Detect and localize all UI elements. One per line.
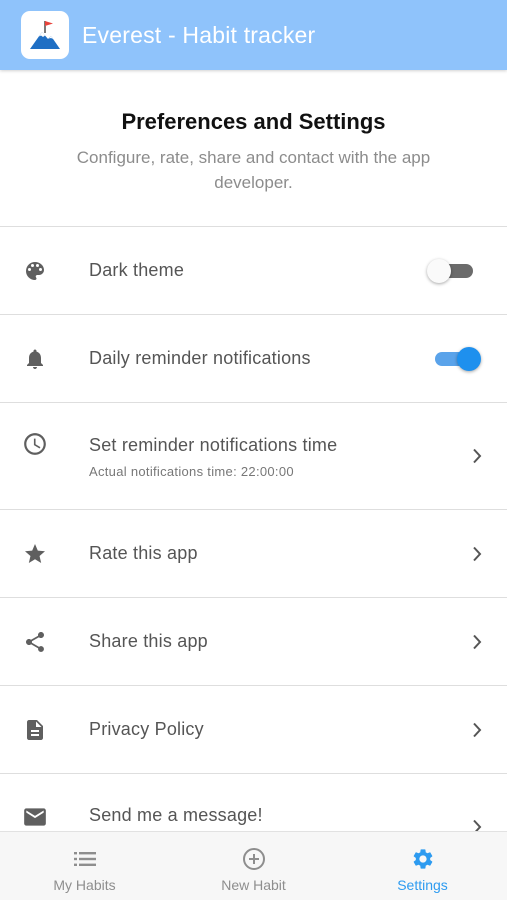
chevron-right-icon	[471, 633, 483, 651]
mountain-flag-logo-icon	[21, 11, 69, 59]
setting-label: Rate this app	[89, 543, 198, 563]
setting-label: Dark theme	[89, 260, 185, 280]
clock-icon	[22, 431, 48, 457]
tab-settings[interactable]: Settings	[338, 832, 507, 900]
app-header: Everest - Habit tracker	[0, 0, 507, 70]
app-title: Everest - Habit tracker	[82, 21, 316, 48]
tab-label: My Habits	[53, 877, 116, 893]
setting-label: Set reminder notifications time	[89, 435, 338, 455]
settings-list: Dark theme Daily reminder notifications …	[0, 226, 507, 861]
bell-icon	[22, 346, 48, 372]
setting-label: Send me a message!	[89, 805, 263, 825]
setting-share-app[interactable]: Share this app	[0, 597, 507, 685]
tab-label: Settings	[397, 877, 448, 893]
daily-reminder-toggle[interactable]	[435, 346, 481, 371]
setting-label: Share this app	[89, 631, 208, 651]
share-icon	[22, 629, 48, 655]
notification-time-value: Actual notifications time: 22:00:00	[89, 464, 294, 479]
toggle-knob	[457, 346, 481, 371]
bottom-tab-bar: My Habits New Habit Settings	[0, 831, 507, 900]
setting-rate-app[interactable]: Rate this app	[0, 509, 507, 597]
setting-label: Privacy Policy	[89, 719, 204, 739]
tab-label: New Habit	[221, 877, 286, 893]
setting-daily-reminder[interactable]: Daily reminder notifications	[0, 314, 507, 402]
tab-my-habits[interactable]: My Habits	[0, 832, 169, 900]
tab-new-habit[interactable]: New Habit	[169, 832, 338, 900]
add-circle-icon	[242, 847, 266, 871]
setting-dark-theme[interactable]: Dark theme	[0, 226, 507, 314]
star-icon	[22, 541, 48, 567]
dark-theme-toggle[interactable]	[427, 258, 473, 283]
chevron-right-icon	[471, 545, 483, 563]
gear-icon	[411, 847, 435, 871]
page-subtitle: Configure, rate, share and contact with …	[76, 148, 431, 192]
chevron-right-icon	[471, 721, 483, 739]
mail-icon	[22, 804, 48, 830]
list-icon	[73, 847, 97, 871]
palette-icon	[22, 258, 48, 284]
setting-label: Daily reminder notifications	[89, 348, 311, 368]
document-icon	[22, 717, 48, 743]
setting-reminder-time[interactable]: Set reminder notifications time Actual n…	[0, 402, 507, 509]
setting-privacy-policy[interactable]: Privacy Policy	[0, 685, 507, 773]
page-title: Preferences and Settings	[121, 109, 386, 134]
chevron-right-icon	[471, 447, 483, 465]
intro-section: Preferences and Settings Configure, rate…	[0, 70, 507, 226]
toggle-knob	[427, 258, 451, 283]
